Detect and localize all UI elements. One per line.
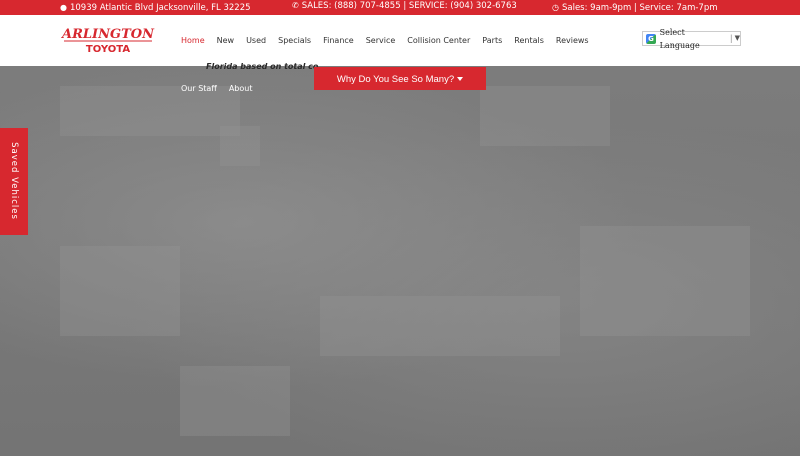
hero-caption: Florida based on total co bbox=[206, 62, 319, 71]
address-text: 10939 Atlantic Blvd Jacksonville, FL 322… bbox=[69, 3, 251, 13]
hero-banner bbox=[0, 66, 800, 456]
blurred-shape bbox=[220, 126, 260, 166]
map-marker-icon: ● bbox=[60, 3, 67, 12]
phone-text: SALES: (888) 707-4855 | SERVICE: (904) 3… bbox=[301, 1, 517, 11]
nav-used[interactable]: Used bbox=[240, 36, 272, 45]
site-header: ARLINGTON TOYOTA Home New Used Specials … bbox=[0, 15, 800, 66]
saved-vehicles-label: Saved Vehicles bbox=[9, 142, 19, 220]
arlington-toyota-logo[interactable]: ARLINGTON TOYOTA bbox=[58, 21, 158, 55]
caret-down-icon bbox=[457, 77, 464, 82]
nav-collision-center[interactable]: Collision Center bbox=[401, 36, 476, 45]
language-selector[interactable]: Select Language | ▼ bbox=[642, 28, 741, 50]
nav-about[interactable]: About bbox=[223, 84, 259, 93]
language-label: Select Language bbox=[659, 27, 700, 50]
nav-home[interactable]: Home bbox=[175, 36, 211, 45]
clock-icon: ◷ bbox=[552, 3, 559, 12]
why-do-you-see-so-many-button[interactable]: Why Do You See So Many? bbox=[314, 67, 486, 90]
nav-reviews[interactable]: Reviews bbox=[550, 36, 595, 45]
language-separator: | bbox=[729, 34, 733, 43]
address[interactable]: ● 10939 Atlantic Blvd Jacksonville, FL 32… bbox=[60, 0, 251, 16]
nav-rentals[interactable]: Rentals bbox=[508, 36, 550, 45]
nav-parts[interactable]: Parts bbox=[476, 36, 508, 45]
top-info-bar: ● 10939 Atlantic Blvd Jacksonville, FL 32… bbox=[0, 0, 800, 15]
logo-line2: TOYOTA bbox=[86, 44, 130, 55]
nav-new[interactable]: New bbox=[211, 36, 240, 45]
hours: ◷ Sales: 9am-9pm | Service: 7am-7pm bbox=[552, 0, 718, 16]
blurred-shape bbox=[320, 296, 560, 356]
blurred-shape bbox=[60, 86, 240, 136]
google-translate-icon bbox=[646, 33, 656, 44]
saved-vehicles-tab[interactable]: Saved Vehicles bbox=[0, 128, 28, 235]
blurred-shape bbox=[580, 226, 750, 336]
blurred-shape bbox=[60, 246, 180, 336]
chevron-down-icon: ▼ bbox=[734, 34, 740, 42]
main-nav: Home New Used Specials Finance Service C… bbox=[175, 15, 595, 66]
nav-specials[interactable]: Specials bbox=[272, 36, 317, 45]
nav-our-staff[interactable]: Our Staff bbox=[175, 84, 223, 93]
why-button-label: Why Do You See So Many? bbox=[336, 74, 455, 85]
phone-numbers[interactable]: ✆ SALES: (888) 707-4855 | SERVICE: (904) … bbox=[292, 0, 517, 12]
hours-text: Sales: 9am-9pm | Service: 7am-7pm bbox=[561, 3, 718, 13]
phone-icon: ✆ bbox=[292, 1, 299, 10]
nav-finance[interactable]: Finance bbox=[317, 36, 360, 45]
nav-service[interactable]: Service bbox=[360, 36, 402, 45]
blurred-shape bbox=[480, 86, 610, 146]
logo-line1: ARLINGTON bbox=[60, 27, 155, 42]
blurred-shape bbox=[180, 366, 290, 436]
nav-row-2: Our Staff About bbox=[175, 84, 258, 93]
